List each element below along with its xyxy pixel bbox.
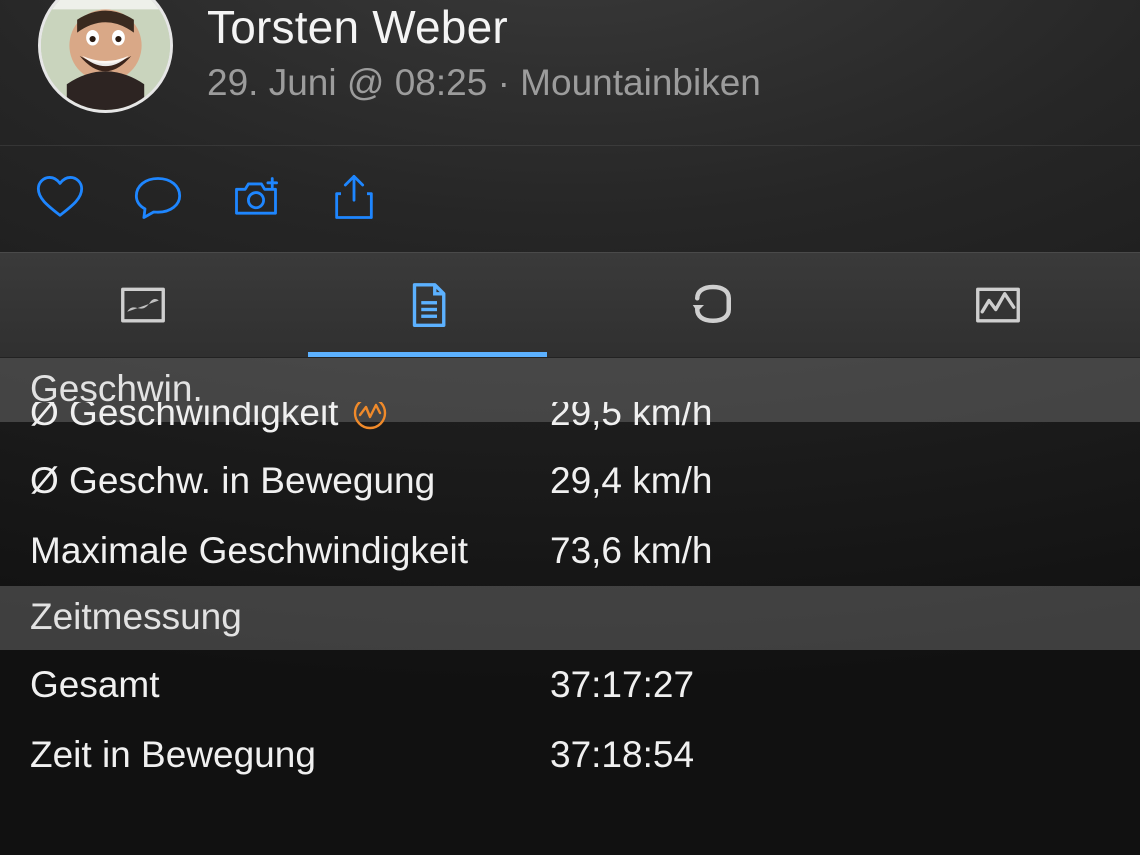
speed-rows: Ø Geschwindigkeit 29,5 km/h Ø Geschw. in… (0, 422, 1140, 586)
tab-details[interactable] (285, 253, 570, 357)
add-photo-button[interactable] (230, 172, 282, 224)
label-avg-speed: Ø Geschwindigkeit (30, 402, 338, 434)
comment-button[interactable] (132, 172, 184, 224)
lap-icon (686, 278, 740, 332)
share-button[interactable] (328, 172, 380, 224)
personal-record-icon (352, 402, 388, 431)
value-moving-time: 37:18:54 (550, 734, 694, 775)
map-icon (116, 278, 170, 332)
document-list-icon (401, 278, 455, 332)
value-avg-moving-speed: 29,4 km/h (550, 460, 712, 501)
activity-header: Torsten Weber 29. Juni @ 08:25 · Mountai… (0, 0, 1140, 145)
row-moving-time: Zeit in Bewegung 37:18:54 (0, 720, 1140, 790)
heart-icon (34, 172, 86, 224)
tab-laps[interactable] (570, 253, 855, 357)
row-avg-moving-speed: Ø Geschw. in Bewegung 29,4 km/h (0, 446, 1140, 516)
time-rows: Gesamt 37:17:27 Zeit in Bewegung 37:18:5… (0, 650, 1140, 790)
user-name[interactable]: Torsten Weber (207, 0, 761, 54)
tab-bar (0, 252, 1140, 358)
graph-icon (971, 278, 1025, 332)
section-header-time: Zeitmessung (0, 586, 1140, 650)
like-button[interactable] (34, 172, 86, 224)
label-total-time: Gesamt (30, 664, 160, 706)
tab-map[interactable] (0, 253, 285, 357)
value-max-speed: 73,6 km/h (550, 530, 712, 571)
value-total-time: 37:17:27 (550, 664, 694, 705)
row-max-speed: Maximale Geschwindigkeit 73,6 km/h (0, 516, 1140, 586)
comment-icon (132, 172, 184, 224)
action-bar (0, 146, 1140, 252)
activity-subtitle: 29. Juni @ 08:25 · Mountainbiken (207, 62, 761, 104)
tab-graphs[interactable] (855, 253, 1140, 357)
value-avg-speed: 29,5 km/h (550, 402, 712, 433)
label-moving-time: Zeit in Bewegung (30, 734, 316, 776)
row-total-time: Gesamt 37:17:27 (0, 650, 1140, 720)
row-avg-speed: Ø Geschwindigkeit 29,5 km/h (0, 402, 1140, 446)
avatar-image (41, 0, 170, 110)
share-icon (328, 172, 380, 224)
camera-plus-icon (230, 172, 282, 224)
avatar[interactable] (38, 0, 173, 113)
label-max-speed: Maximale Geschwindigkeit (30, 530, 468, 572)
label-avg-moving-speed: Ø Geschw. in Bewegung (30, 460, 435, 502)
